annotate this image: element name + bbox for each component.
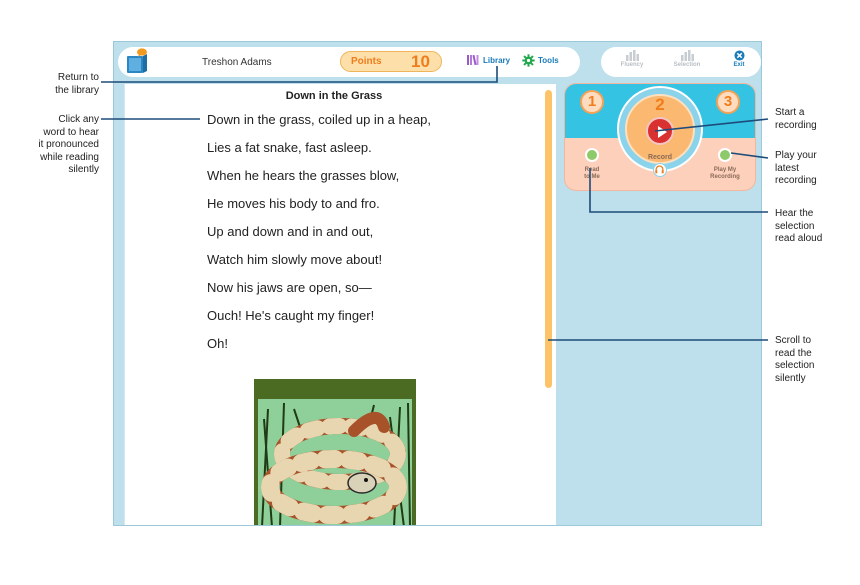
annotation-line: Hear the xyxy=(775,208,814,219)
annotation-line: recording xyxy=(775,119,817,131)
annotation-line: Start a xyxy=(775,107,805,118)
annotation-line: word to hear xyxy=(43,126,99,138)
annotation-line: selection xyxy=(775,360,815,371)
annotation-line: latest xyxy=(775,162,799,174)
annotation-line: read aloud xyxy=(775,233,823,244)
annotation-line: silently xyxy=(68,164,99,175)
annotation-scroll-read: Scroll to read the selection silently xyxy=(775,335,814,385)
annotation-line: selection xyxy=(775,220,815,232)
annotation-line: read the xyxy=(775,347,812,359)
annotation-line: it pronounced xyxy=(38,139,99,150)
annotation-line: Scroll to xyxy=(775,335,812,346)
annotation-return-library: Return to the library xyxy=(18,72,99,97)
annotation-line: silently xyxy=(775,372,806,384)
annotation-line: recording xyxy=(775,175,817,186)
annotation-lines xyxy=(101,66,769,341)
annotation-play-latest: Play your latest recording xyxy=(775,150,817,188)
tutorial-screenshot: Treshon Adams Points 10 Library Tools Fl… xyxy=(0,0,860,585)
annotation-line: Return to xyxy=(57,72,99,83)
annotation-hear-selection: Hear the selection read aloud xyxy=(775,208,822,246)
annotation-line: while reading xyxy=(40,151,99,163)
annotation-line: Click any xyxy=(58,114,99,125)
annotation-line: the library xyxy=(55,84,99,96)
annotation-click-word: Click any word to hear it pronounced whi… xyxy=(18,114,99,177)
annotation-line: Play your xyxy=(775,150,817,161)
annotation-start-recording: Start a recording xyxy=(775,107,817,132)
